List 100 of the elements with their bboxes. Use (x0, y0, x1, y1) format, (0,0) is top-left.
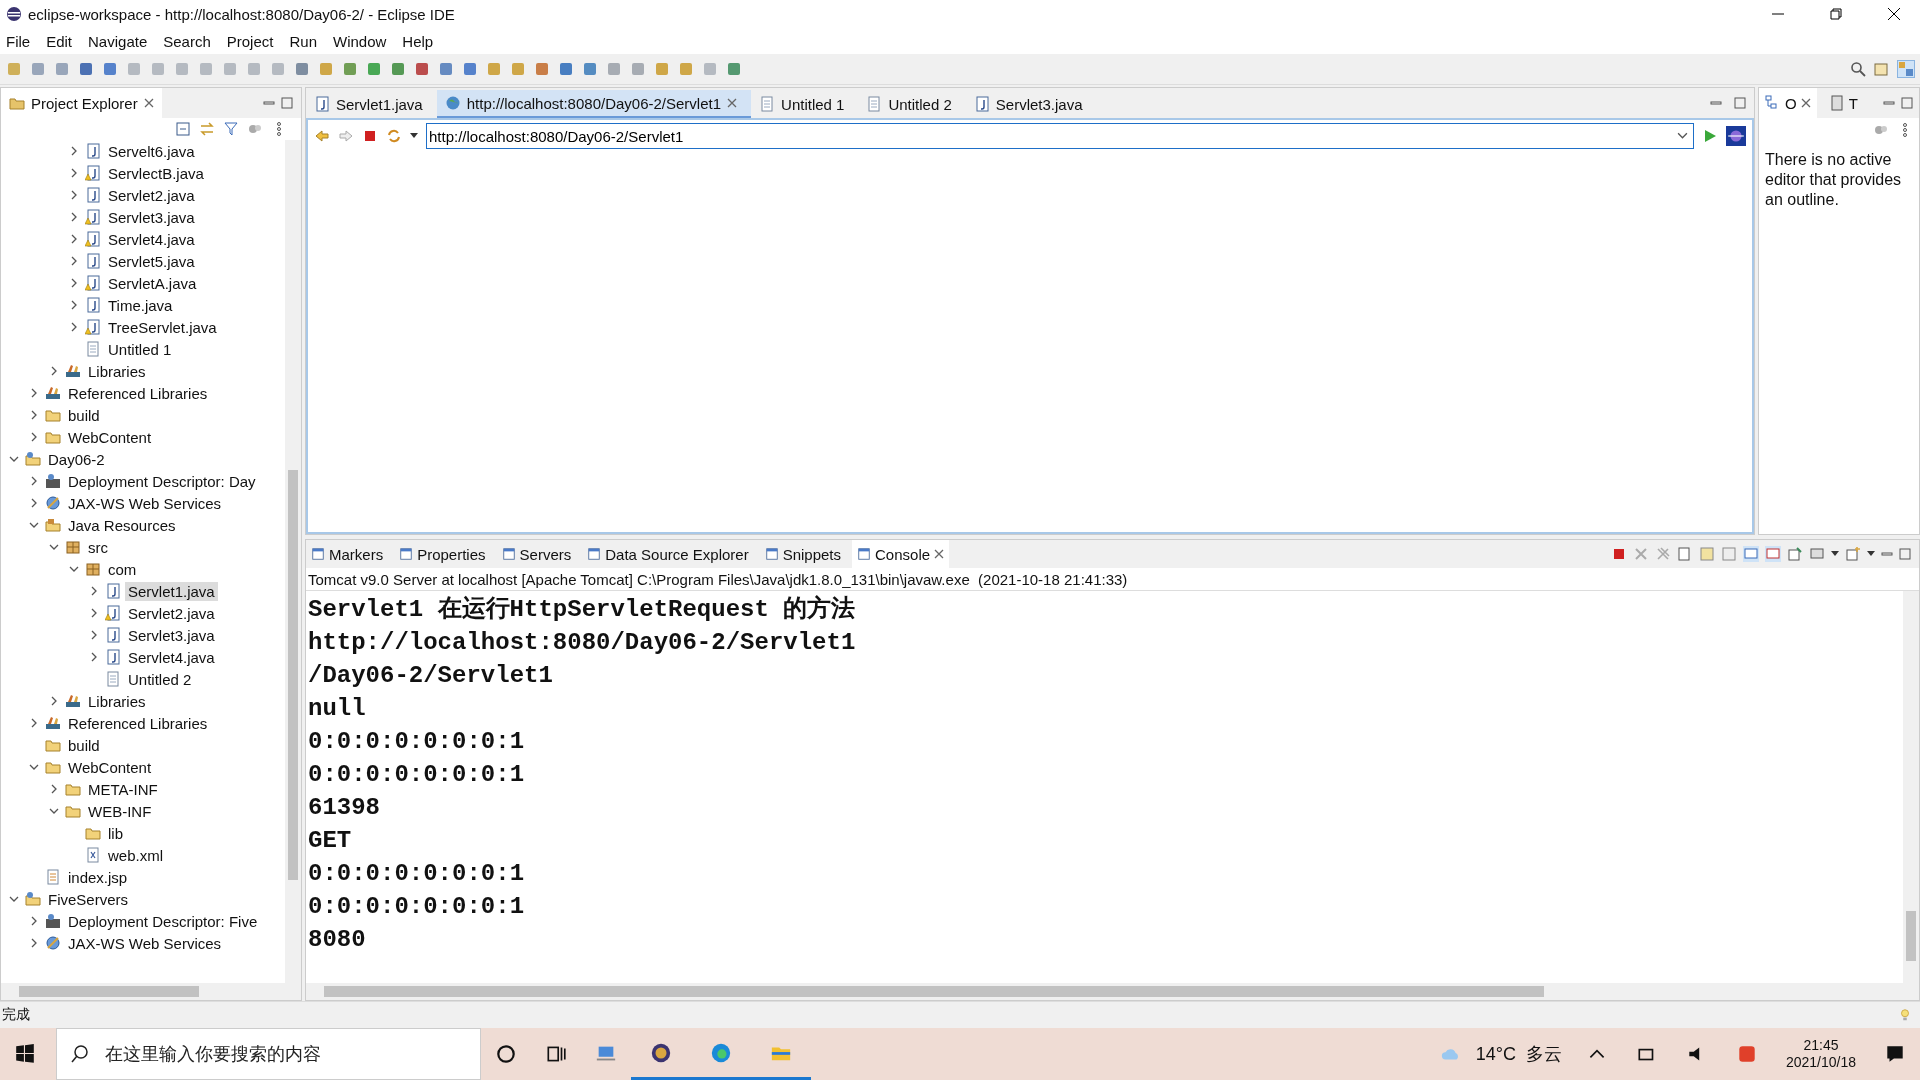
console-view-tab[interactable]: Servers (496, 540, 577, 568)
taskbar-search-field[interactable]: 在这里输入你要搜索的内容 (56, 1028, 481, 1080)
tree-item[interactable]: ServlectB.java (105, 163, 207, 183)
tree-item[interactable]: Java Resources (65, 515, 179, 535)
chevron-right-icon[interactable] (49, 366, 59, 376)
menu-item[interactable]: Edit (46, 32, 73, 50)
tree-item[interactable]: WebContent (65, 757, 155, 777)
eclipse-app-icon[interactable] (650, 1041, 672, 1064)
tree-item[interactable]: com (105, 559, 140, 579)
chevron-right-icon[interactable] (29, 388, 39, 398)
open-perspective-icon[interactable] (1874, 61, 1890, 77)
tree-item[interactable]: Servlet2.java (125, 603, 218, 623)
maximize-icon[interactable] (1901, 97, 1913, 109)
chevron-right-icon[interactable] (89, 586, 99, 596)
chevron-down-icon[interactable] (29, 520, 39, 530)
windows-start-icon[interactable] (14, 1043, 36, 1065)
menu-item[interactable]: File (6, 32, 31, 50)
perspective-icon[interactable] (1898, 61, 1914, 77)
tree-item[interactable]: Time.java (105, 295, 176, 315)
menu-item[interactable]: Project (226, 32, 274, 50)
close-icon[interactable] (1888, 8, 1900, 20)
chevron-down-icon[interactable] (9, 454, 19, 464)
caret-icon[interactable] (410, 133, 418, 139)
tree-item[interactable]: Servelt6.java (105, 141, 198, 161)
tree-item[interactable]: ServletA.java (105, 273, 200, 293)
horizontal-scrollbar[interactable] (1, 983, 301, 1000)
tree-item[interactable]: Untitled 2 (125, 669, 195, 689)
restore-icon[interactable] (1830, 8, 1842, 20)
tree-item[interactable]: Day06-2 (45, 449, 108, 469)
chevron-down-icon[interactable] (69, 564, 79, 574)
tree-item[interactable]: lib (105, 823, 126, 843)
maximize-icon[interactable] (281, 97, 293, 109)
editor-tab[interactable]: Servlet3.java (965, 90, 1097, 118)
chevron-right-icon[interactable] (69, 322, 79, 332)
outline-tab[interactable]: O (1759, 88, 1817, 118)
menu-item[interactable]: Help (402, 32, 434, 50)
menu-item[interactable]: Navigate (88, 32, 148, 50)
refresh-arrows-icon[interactable] (386, 128, 402, 144)
tree-item[interactable]: Referenced Libraries (65, 713, 211, 733)
tree-item[interactable]: META-INF (85, 779, 161, 799)
console-view-tab[interactable]: Data Source Explorer (582, 540, 754, 568)
editor-tab[interactable]: Untitled 2 (858, 90, 966, 118)
menu-item[interactable]: Search (163, 32, 211, 50)
chevron-right-icon[interactable] (29, 498, 39, 508)
horizontal-scrollbar[interactable] (306, 983, 1919, 1000)
lightbulb-icon[interactable] (1898, 1008, 1912, 1022)
chevron-right-icon[interactable] (69, 212, 79, 222)
tree-item[interactable]: Deployment Descriptor: Day (65, 471, 259, 491)
collapse-all-icon[interactable] (175, 121, 191, 137)
tree-item[interactable]: Servlet3.java (125, 625, 218, 645)
editor-tab[interactable]: http://localhost:8080/Day06-2/Servlet1 (436, 90, 752, 118)
temperature[interactable]: 14°C (1475, 1043, 1516, 1065)
chevron-right-icon[interactable] (69, 190, 79, 200)
project-explorer-tab[interactable]: Project Explorer (1, 88, 162, 118)
show-output-icon[interactable] (1743, 546, 1759, 562)
filter-icon[interactable] (223, 121, 239, 137)
editor-tab[interactable]: Untitled 1 (751, 90, 859, 118)
caret-icon[interactable] (1867, 551, 1875, 557)
tree-item[interactable]: Libraries (85, 361, 149, 381)
new-console-icon[interactable] (1845, 546, 1861, 562)
remove-icon[interactable] (1633, 546, 1649, 562)
tree-item[interactable]: WebContent (65, 427, 155, 447)
tree-item[interactable]: build (65, 735, 103, 755)
tree-item[interactable]: Servlet4.java (105, 229, 198, 249)
eclipse-globe-icon[interactable] (1726, 126, 1746, 146)
chevron-right-icon[interactable] (89, 608, 99, 618)
tree-item[interactable]: Servlet4.java (125, 647, 218, 667)
chevron-right-icon[interactable] (89, 652, 99, 662)
chevron-right-icon[interactable] (49, 696, 59, 706)
maximize-icon[interactable] (1899, 548, 1911, 560)
edge-browser-icon[interactable] (710, 1041, 732, 1064)
vertical-scrollbar[interactable] (1903, 591, 1919, 983)
chevron-right-icon[interactable] (69, 300, 79, 310)
outline-tab[interactable]: T (1822, 88, 1864, 118)
tree-item[interactable]: index.jsp (65, 867, 131, 887)
chevron-right-icon[interactable] (89, 630, 99, 640)
tree-item[interactable]: TreeServlet.java (105, 317, 220, 337)
chevron-right-icon[interactable] (29, 916, 39, 926)
search-icon[interactable] (1850, 61, 1866, 77)
chevron-right-icon[interactable] (69, 146, 79, 156)
taskbar-clock[interactable]: 21:45 2021/10/18 (1785, 1037, 1856, 1071)
tree-item[interactable]: Servlet3.java (105, 207, 198, 227)
tree-item[interactable]: WEB-INF (85, 801, 155, 821)
chevron-down-icon[interactable] (29, 762, 39, 772)
chevron-right-icon[interactable] (69, 278, 79, 288)
tree-item[interactable]: src (85, 537, 111, 557)
menu-item[interactable]: Window (333, 32, 387, 50)
chevron-right-icon[interactable] (69, 256, 79, 266)
chevron-down-icon[interactable] (49, 542, 59, 552)
chevron-right-icon[interactable] (49, 784, 59, 794)
console-view-tab[interactable]: Console (852, 540, 950, 568)
tree-item[interactable]: JAX-WS Web Services (65, 493, 225, 513)
chevron-right-icon[interactable] (29, 432, 39, 442)
go-arrow-icon[interactable] (1702, 128, 1718, 144)
chevron-down-icon[interactable] (49, 806, 59, 816)
chevron-right-icon[interactable] (29, 718, 39, 728)
remove-all-icon[interactable] (1655, 546, 1671, 562)
weather-text[interactable]: 多云 (1525, 1042, 1562, 1066)
tree-item[interactable]: Servlet5.java (105, 251, 198, 271)
chevron-down-icon[interactable] (1677, 130, 1688, 141)
